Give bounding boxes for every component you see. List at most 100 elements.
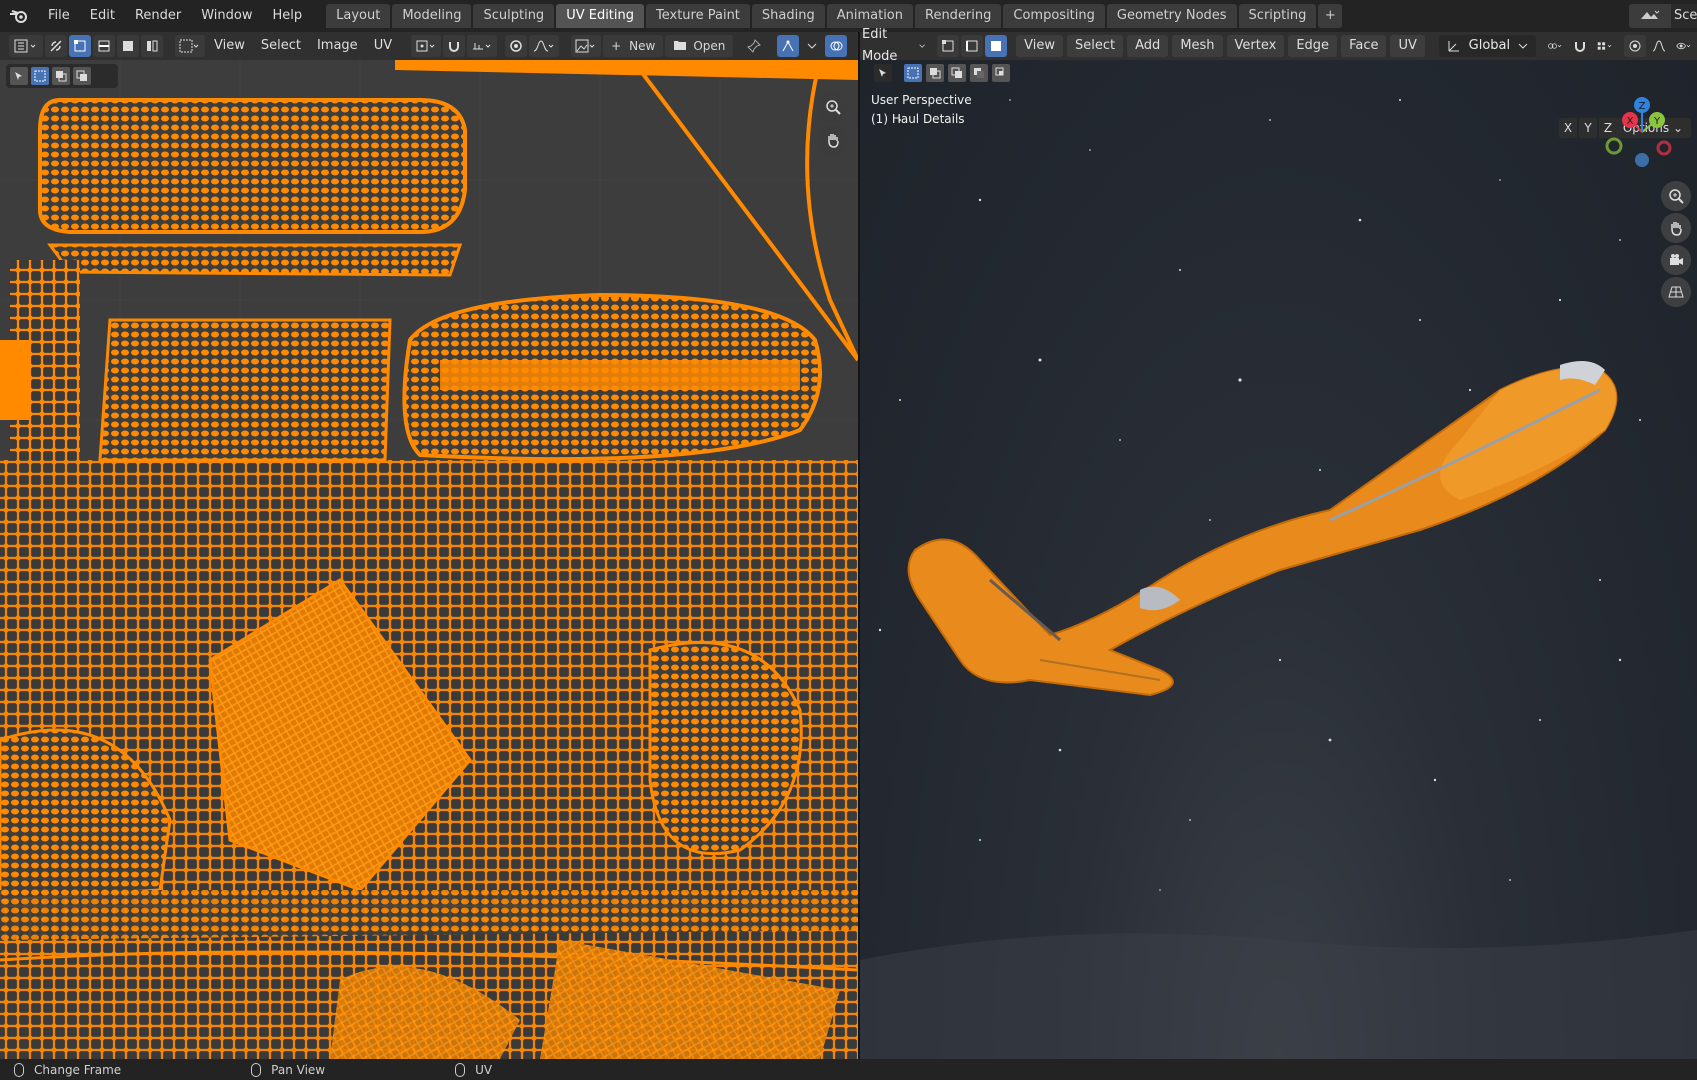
status-change-frame: Change Frame: [14, 1062, 121, 1077]
falloff-icon[interactable]: [1648, 35, 1670, 57]
cursor-arrow-icon[interactable]: [874, 64, 892, 82]
3d-viewport[interactable]: User Perspective (1) Haul Details X Y Z …: [860, 60, 1697, 1059]
menu-file[interactable]: File: [38, 0, 80, 32]
uv-menu-view[interactable]: View: [206, 35, 253, 57]
blender-window: File Edit Render Window Help Layout Mode…: [0, 0, 1697, 1080]
visibility-eye-icon[interactable]: [1672, 35, 1696, 57]
snap-target-icon[interactable]: [467, 35, 498, 57]
zoom-icon[interactable]: [1661, 181, 1691, 211]
status-bar: Change Frame Pan View UV: [0, 1059, 1697, 1080]
view-name: User Perspective: [871, 93, 972, 107]
pan-hand-icon[interactable]: [818, 125, 848, 155]
vertex-select-mode-icon[interactable]: [69, 35, 91, 57]
perspective-grid-icon[interactable]: [1661, 277, 1691, 307]
uv-menu-image[interactable]: Image: [309, 35, 366, 57]
select-extend-icon[interactable]: [52, 67, 70, 85]
navigation-gizmo[interactable]: X Y Z: [1597, 96, 1687, 176]
pivot-point-icon[interactable]: [1543, 35, 1567, 57]
tab-texture-paint[interactable]: Texture Paint: [646, 4, 750, 28]
plus-icon: +: [611, 39, 622, 53]
zoom-icon[interactable]: [818, 92, 848, 122]
edge-select-icon[interactable]: [961, 35, 984, 57]
blender-logo-icon[interactable]: [0, 0, 38, 32]
pan-hand-icon[interactable]: [1661, 213, 1691, 243]
uv-menu-select[interactable]: Select: [253, 35, 309, 57]
tab-shading[interactable]: Shading: [751, 4, 825, 28]
snap-increment-icon[interactable]: [1593, 35, 1617, 57]
proportional-edit-icon[interactable]: [1623, 35, 1646, 57]
tab-scripting[interactable]: Scripting: [1238, 4, 1317, 28]
tab-sculpting[interactable]: Sculpting: [473, 4, 555, 28]
uv-select-tool-group: [6, 64, 118, 88]
mirror-y-toggle[interactable]: Y: [1579, 118, 1597, 138]
uv-mesh-layout: [0, 60, 858, 1059]
overlays-icon[interactable]: [825, 35, 848, 57]
uv-menu-uv[interactable]: UV: [366, 35, 400, 57]
edge-select-mode-icon[interactable]: [93, 35, 115, 57]
image-browse-icon[interactable]: [571, 35, 602, 57]
select-intersect-icon[interactable]: [992, 64, 1010, 82]
uv-stretch-overlay-icon[interactable]: [777, 35, 800, 57]
vp-menu-face[interactable]: Face: [1341, 35, 1387, 57]
menu-edit[interactable]: Edit: [80, 0, 125, 32]
gizmo-y-label: Y: [1653, 116, 1661, 127]
tab-compositing[interactable]: Compositing: [1003, 4, 1105, 28]
transform-orientation-selector[interactable]: Global: [1438, 35, 1537, 57]
snap-icon[interactable]: [1569, 35, 1591, 57]
mirror-x-toggle[interactable]: X: [1559, 118, 1577, 138]
select-extend-icon[interactable]: [926, 64, 944, 82]
vp-menu-select[interactable]: Select: [1067, 35, 1124, 57]
scene-selector[interactable]: Scen: [1629, 4, 1697, 28]
tab-uv-editing[interactable]: UV Editing: [556, 4, 645, 28]
select-invert-icon[interactable]: [970, 64, 988, 82]
vp-menu-vertex[interactable]: Vertex: [1226, 35, 1285, 57]
add-workspace-button[interactable]: +: [1318, 4, 1343, 28]
tab-rendering[interactable]: Rendering: [915, 4, 1002, 28]
vp-menu-add[interactable]: Add: [1127, 35, 1169, 57]
tab-modeling[interactable]: Modeling: [392, 4, 472, 28]
menu-window[interactable]: Window: [191, 0, 262, 32]
gizmo-dropdown-icon[interactable]: [801, 35, 823, 57]
mouse-left-icon: [14, 1062, 24, 1077]
scene-icon[interactable]: [1629, 4, 1671, 28]
sticky-selection-icon[interactable]: [175, 35, 205, 57]
uv-editor-header: View Select Image UV + New Open: [0, 32, 858, 60]
face-select-icon[interactable]: [985, 35, 1008, 57]
chevron-down-icon: [1518, 43, 1528, 49]
scene-name: Scen: [1671, 4, 1697, 28]
cursor-arrow-icon[interactable]: [10, 67, 28, 85]
menu-help[interactable]: Help: [263, 0, 313, 32]
menu-render[interactable]: Render: [125, 0, 191, 32]
island-select-mode-icon[interactable]: [141, 35, 163, 57]
uv-editor-canvas[interactable]: [0, 60, 858, 1059]
gizmo-neg-x-axis[interactable]: [1656, 140, 1672, 156]
pivot-point-icon[interactable]: [411, 35, 442, 57]
open-image-label: Open: [693, 39, 726, 53]
pin-icon[interactable]: [743, 35, 765, 57]
uv-sync-selection-icon[interactable]: [45, 35, 67, 57]
gizmo-neg-z-axis[interactable]: [1635, 153, 1649, 167]
select-box-icon[interactable]: [904, 64, 922, 82]
vp-menu-uv[interactable]: UV: [1390, 35, 1425, 57]
open-image-button[interactable]: Open: [665, 35, 734, 57]
camera-view-icon[interactable]: [1661, 245, 1691, 275]
select-subtract-icon[interactable]: [948, 64, 966, 82]
vp-menu-mesh[interactable]: Mesh: [1172, 35, 1223, 57]
editor-type-icon[interactable]: [9, 35, 43, 57]
gizmo-neg-y-axis[interactable]: [1605, 137, 1623, 155]
falloff-curve-icon[interactable]: [529, 35, 560, 57]
select-subtract-icon[interactable]: [73, 67, 91, 85]
vertex-select-icon[interactable]: [937, 35, 960, 57]
vp-menu-view[interactable]: View: [1016, 35, 1064, 57]
tab-layout[interactable]: Layout: [326, 4, 391, 28]
proportional-editing-icon[interactable]: [505, 35, 528, 57]
status-pan-view-label: Pan View: [271, 1062, 326, 1077]
tab-geometry-nodes[interactable]: Geometry Nodes: [1106, 4, 1237, 28]
gizmo-z-label: Z: [1639, 101, 1646, 112]
vp-menu-edge[interactable]: Edge: [1288, 35, 1338, 57]
face-select-mode-icon[interactable]: [117, 35, 139, 57]
snap-icon[interactable]: [443, 35, 466, 57]
select-box-icon[interactable]: [31, 67, 49, 85]
mode-selector[interactable]: Edit Mode: [860, 27, 934, 64]
new-image-button[interactable]: + New: [603, 35, 664, 57]
